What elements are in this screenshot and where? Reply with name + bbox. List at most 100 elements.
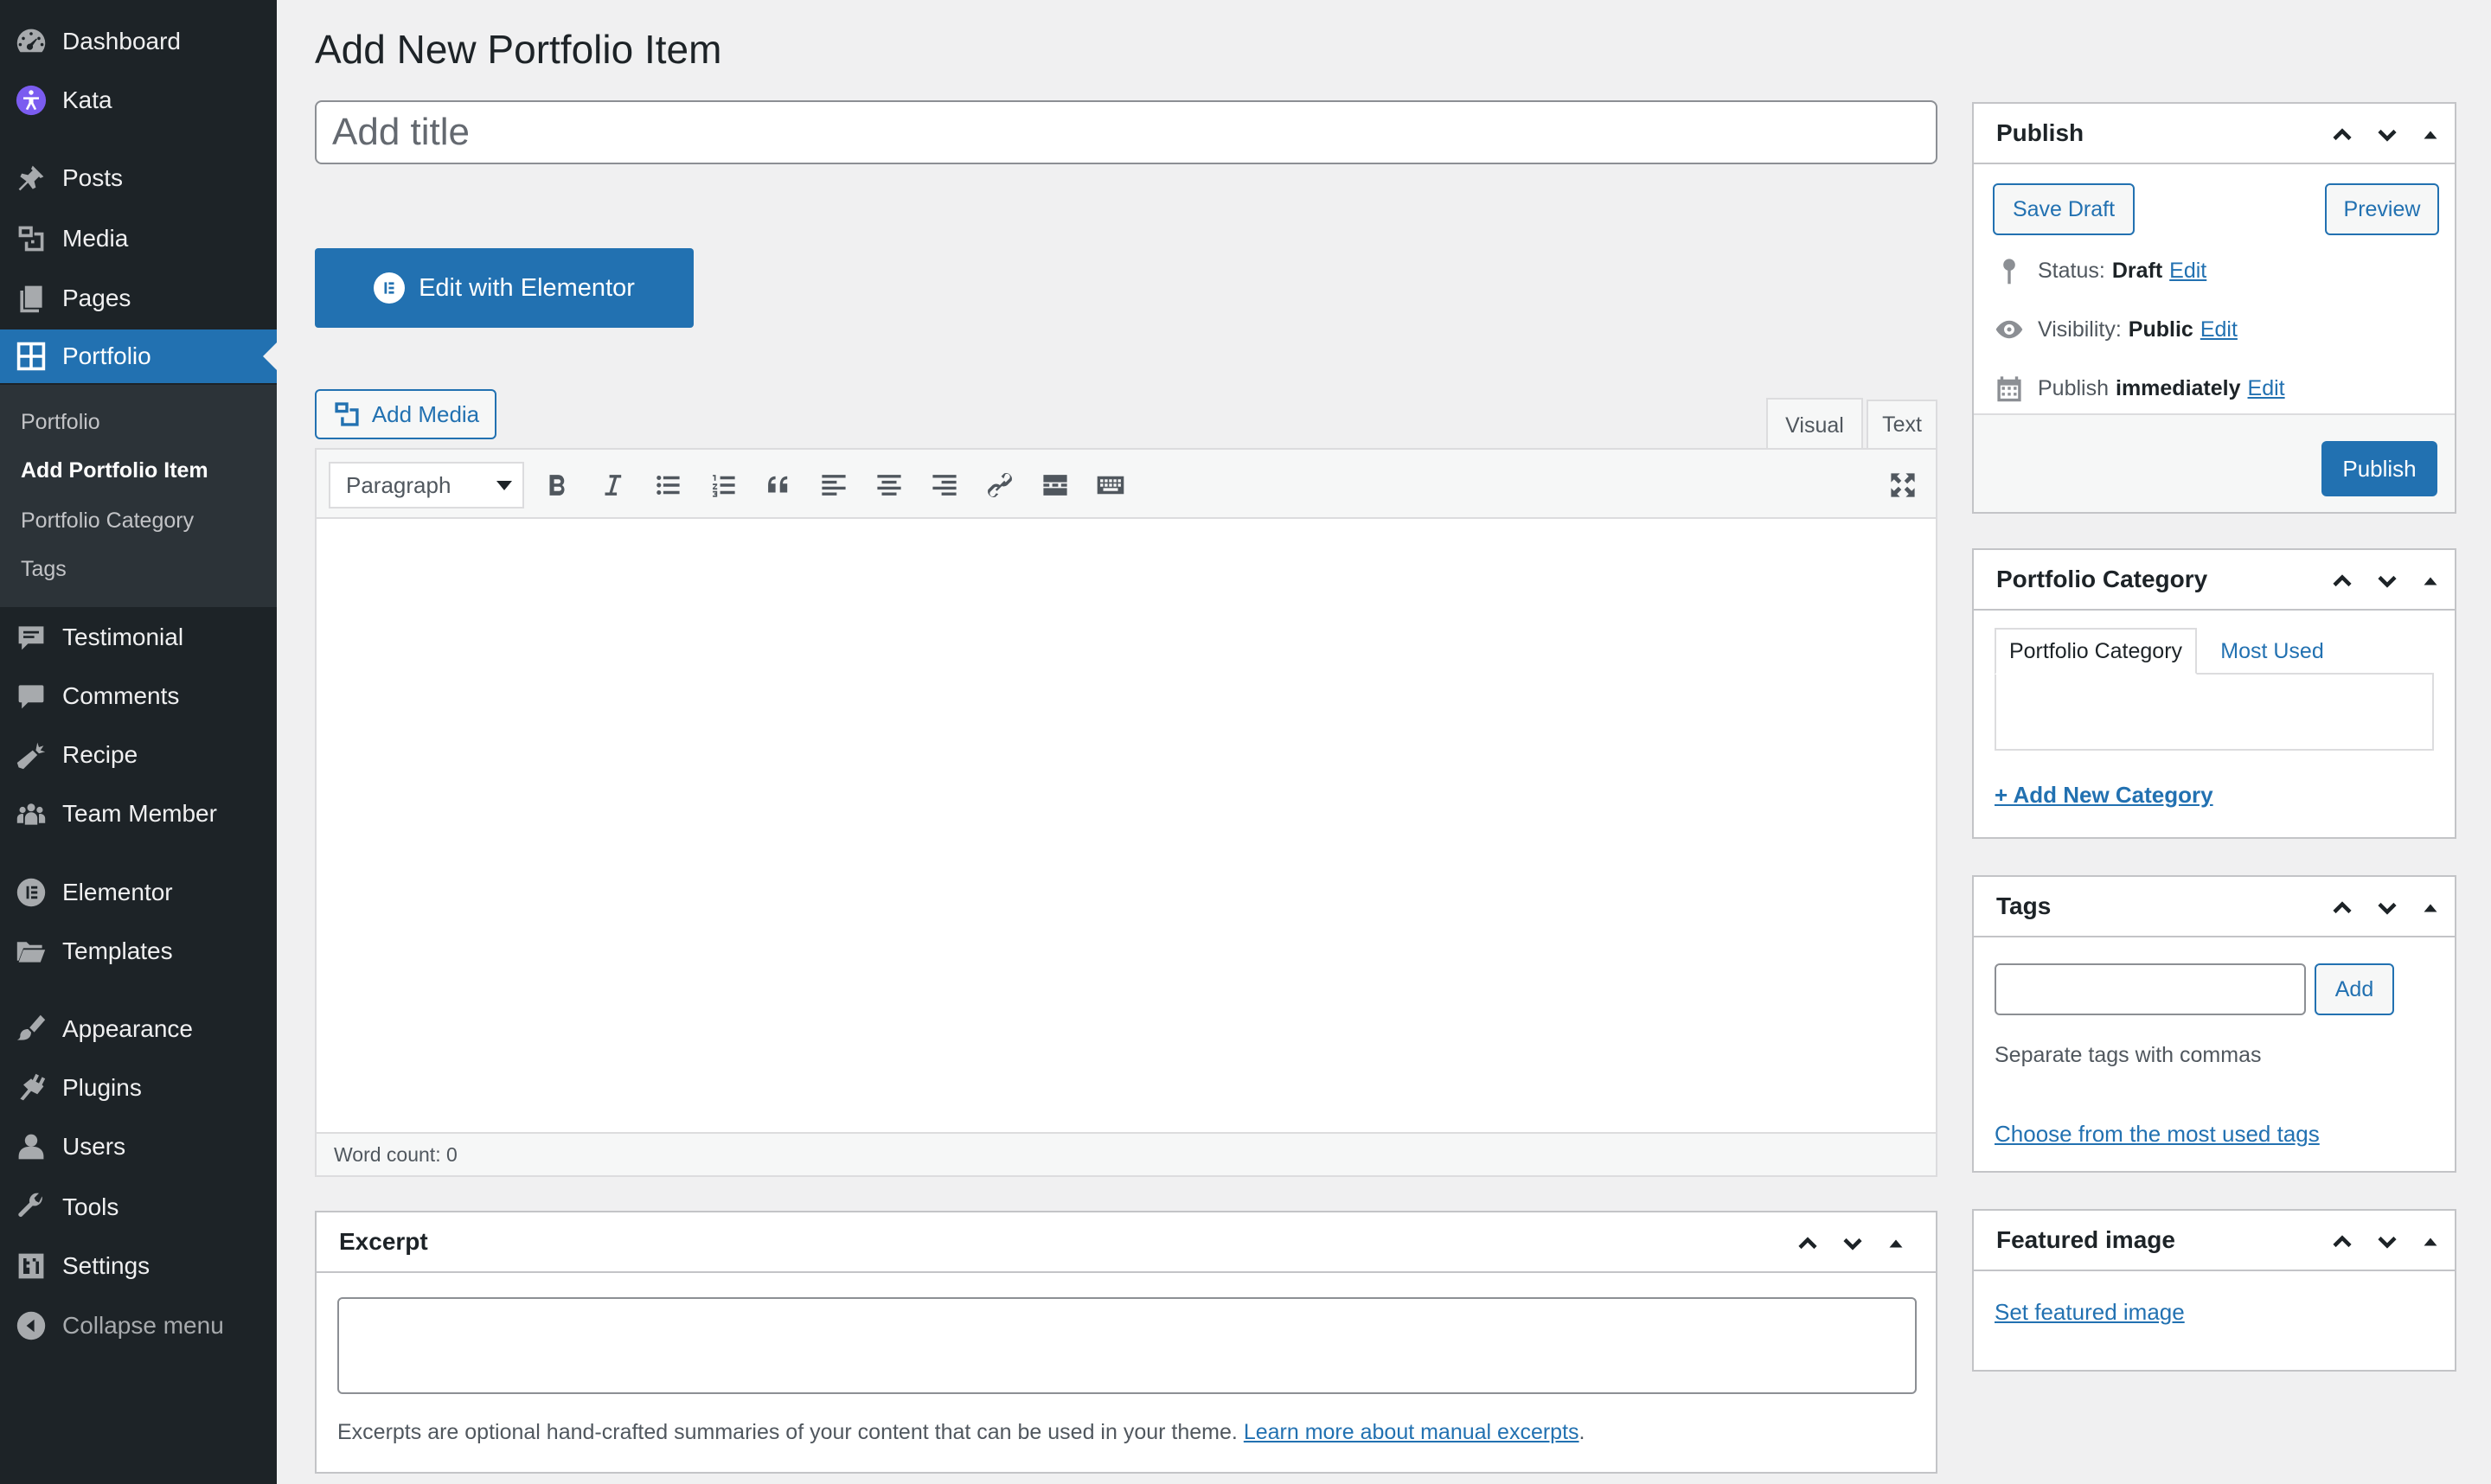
excerpt-header: Excerpt (317, 1212, 1936, 1273)
submenu-portfolio[interactable]: Portfolio (21, 410, 100, 435)
tab-all-categories[interactable]: Portfolio Category (1995, 628, 2197, 675)
add-tag-button[interactable]: Add (2315, 963, 2394, 1015)
numbered-list-button[interactable] (702, 465, 744, 505)
paragraph-format-select[interactable]: Paragraph (329, 462, 524, 509)
bold-button[interactable] (536, 465, 578, 505)
collapse-menu-button[interactable]: Collapse menu (0, 1299, 277, 1353)
save-draft-button[interactable]: Save Draft (1993, 183, 2135, 235)
menu-item-team-member[interactable]: Team Member (0, 787, 277, 841)
menu-label: Users (62, 1133, 126, 1160)
menu-item-testimonial[interactable]: Testimonial (0, 611, 277, 664)
menu-label: Collapse menu (62, 1312, 224, 1339)
portfolio-icon (14, 339, 48, 374)
toggle-panel-button[interactable] (2413, 118, 2448, 152)
menu-item-posts[interactable]: Posts (0, 151, 277, 205)
move-down-button[interactable] (2370, 891, 2405, 925)
featured-image-box: Featured image Set featured image (1972, 1209, 2456, 1372)
set-featured-image-link[interactable]: Set featured image (1995, 1299, 2185, 1326)
menu-item-dashboard[interactable]: Dashboard (0, 15, 277, 68)
excerpt-note-period: . (1578, 1420, 1585, 1444)
move-up-button[interactable] (2325, 118, 2360, 152)
italic-button[interactable] (592, 465, 633, 505)
menu-item-recipe[interactable]: Recipe (0, 728, 277, 782)
menu-label: Templates (62, 937, 173, 964)
edit-visibility-link[interactable]: Edit (2200, 317, 2238, 342)
menu-item-templates[interactable]: Templates (0, 924, 277, 978)
keyboard-icon (1097, 476, 1124, 495)
read-more-icon (1043, 475, 1067, 496)
eye-icon (1995, 320, 2023, 339)
edit-with-elementor-button[interactable]: Edit with Elementor (315, 248, 694, 328)
menu-item-comments[interactable]: Comments (0, 669, 277, 723)
menu-item-elementor[interactable]: Elementor (0, 866, 277, 919)
menu-item-media[interactable]: Media (0, 212, 277, 265)
toggle-panel-button[interactable] (2413, 891, 2448, 925)
submenu-portfolio-category[interactable]: Portfolio Category (21, 509, 194, 534)
tab-visual[interactable]: Visual (1766, 398, 1863, 451)
publish-button[interactable]: Publish (2321, 441, 2437, 496)
menu-label: Recipe (62, 741, 138, 768)
align-center-button[interactable] (868, 465, 910, 505)
menu-item-settings[interactable]: Settings (0, 1239, 277, 1293)
caret-down-icon (496, 481, 512, 490)
move-up-button[interactable] (1790, 1226, 1825, 1261)
carrot-icon (14, 738, 48, 772)
move-up-button[interactable] (2325, 891, 2360, 925)
blockquote-button[interactable] (758, 465, 799, 505)
preview-button[interactable]: Preview (2325, 183, 2439, 235)
submenu-add-portfolio-item[interactable]: Add Portfolio Item (21, 458, 208, 483)
pin-icon (2003, 259, 2015, 285)
toolbar-toggle-button[interactable] (1090, 465, 1131, 505)
move-down-button[interactable] (2370, 1225, 2405, 1259)
new-tag-input[interactable] (1995, 963, 2306, 1015)
menu-item-appearance[interactable]: Appearance (0, 1002, 277, 1056)
menu-item-plugins[interactable]: Plugins (0, 1061, 277, 1115)
move-down-button[interactable] (1835, 1226, 1870, 1261)
edit-status-link[interactable]: Edit (2169, 259, 2206, 284)
menu-item-users[interactable]: Users (0, 1120, 277, 1174)
menu-label: Posts (62, 164, 124, 191)
bullet-list-button[interactable] (647, 465, 688, 505)
triangle-up-icon (2424, 904, 2437, 912)
editor-body[interactable] (317, 519, 1936, 1133)
menu-item-pages[interactable]: Pages (0, 272, 277, 325)
move-up-button[interactable] (2325, 564, 2360, 598)
menu-item-kata[interactable]: Kata (0, 74, 277, 127)
menu-label: Settings (62, 1252, 150, 1279)
tab-text[interactable]: Text (1867, 400, 1937, 448)
chevron-down-icon (2378, 575, 2397, 588)
tab-most-used[interactable]: Most Used (2207, 628, 2337, 675)
toggle-panel-button[interactable] (2413, 1225, 2448, 1259)
excerpt-note: Excerpts are optional hand-crafted summa… (337, 1420, 1585, 1445)
menu-label: Portfolio (62, 342, 151, 369)
schedule-label: Publish (2038, 375, 2109, 400)
menu-item-portfolio[interactable]: Portfolio (0, 329, 277, 383)
menu-label: Dashboard (62, 28, 181, 54)
add-media-button[interactable]: Add Media (315, 389, 496, 439)
toggle-panel-button[interactable] (2413, 564, 2448, 598)
move-down-button[interactable] (2370, 118, 2405, 152)
excerpt-textarea[interactable] (337, 1297, 1917, 1394)
fullscreen-button[interactable] (1882, 465, 1924, 505)
submenu-tags[interactable]: Tags (21, 557, 67, 582)
wrench-icon (14, 1190, 48, 1225)
move-up-button[interactable] (2325, 1225, 2360, 1259)
menu-label: Tools (62, 1193, 119, 1220)
chevron-down-icon (1843, 1238, 1862, 1251)
insert-link-button[interactable] (979, 465, 1021, 505)
learn-more-excerpts-link[interactable]: Learn more about manual excerpts (1244, 1420, 1579, 1444)
choose-most-used-tags-link[interactable]: Choose from the most used tags (1995, 1121, 2320, 1148)
align-left-button[interactable] (813, 465, 855, 505)
pin-icon (14, 161, 48, 195)
menu-label: Kata (62, 86, 112, 113)
add-new-category-link[interactable]: + Add New Category (1995, 782, 2213, 809)
title-input[interactable] (315, 100, 1937, 164)
edit-schedule-link[interactable]: Edit (2248, 376, 2285, 401)
elementor-icon (374, 272, 406, 304)
menu-item-tools[interactable]: Tools (0, 1180, 277, 1234)
visibility-value: Public (2128, 317, 2193, 342)
move-down-button[interactable] (2370, 564, 2405, 598)
toggle-panel-button[interactable] (1879, 1226, 1913, 1261)
read-more-button[interactable] (1034, 465, 1076, 505)
align-right-button[interactable] (924, 465, 965, 505)
